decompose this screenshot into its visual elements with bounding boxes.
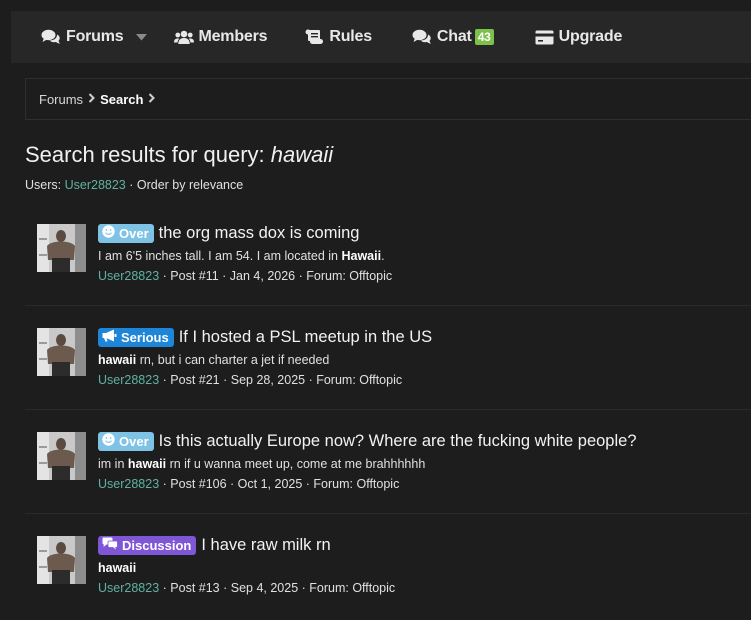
snippet-text: rn, but i can charter a jet if needed [136,353,330,367]
smile-icon [102,433,119,449]
nav-upgrade[interactable]: Upgrade [535,11,623,63]
result-title[interactable]: Is this actually Europe now? Where are t… [159,432,637,451]
chat-count-badge: 43 [474,29,494,45]
page-title-prefix: Search results for query: [25,142,265,167]
result-title-line: Serious If I hosted a PSL meetup in the … [98,326,741,348]
result-snippet: hawaii rn, but i can charter a jet if ne… [98,351,741,369]
search-query: hawaii [270,142,334,167]
nav-forums-label: Forums [66,28,124,45]
prefix-label-over[interactable]: Over [98,431,154,451]
nav-chat-label: Chat [436,28,472,45]
nav-members[interactable]: Members [174,11,268,63]
avatar[interactable] [37,536,86,584]
prefix-label-text: Serious [121,329,169,345]
nav-chat[interactable]: Chat 43 [412,11,494,63]
result-meta: User28823 · Post #13 · Sep 4, 2025 · For… [98,581,741,595]
snippet-text: . [381,249,385,263]
result-meta: User28823 · Post #21 · Sep 28, 2025 · Fo… [98,373,741,387]
snippet-text: im in [98,457,128,471]
result-meta-text: · Post #106 · Oct 1, 2025 · Forum: Offto… [162,477,400,491]
order-text: · Order by relevance [129,178,244,192]
result-meta-text: · Post #13 · Sep 4, 2025 · Forum: Offtop… [162,581,396,595]
result-title-line: Discussion I have raw milk rn [98,534,741,556]
result-title[interactable]: If I hosted a PSL meetup in the US [179,328,432,347]
result-meta: User28823 · Post #106 · Oct 1, 2025 · Fo… [98,477,741,491]
nav-rules-label: Rules [329,28,372,45]
top-nav: Forums Members Rules Chat 43 Upgrade [11,11,751,63]
result-title[interactable]: the org mass dox is coming [159,224,360,243]
avatar[interactable] [37,328,86,376]
scroll-icon [305,29,324,45]
megaphone-icon [102,329,121,345]
breadcrumb-search[interactable]: Search [100,92,143,107]
prefix-label-text: Over [119,225,149,241]
search-result: Over the org mass dox is coming I am 6'5… [25,202,751,306]
breadcrumb-forums[interactable]: Forums [39,92,83,107]
smile-icon [102,225,119,241]
search-result: Discussion I have raw milk rn hawaii Use… [25,514,751,618]
snippet-text: rn if u wanna meet up, come at me brahhh… [166,457,426,471]
nav-members-label: Members [198,28,268,45]
nav-forums-dropdown[interactable] [136,11,148,63]
search-result: Over Is this actually Europe now? Where … [25,410,751,514]
page: Forums Members Rules Chat 43 Upgrade For… [0,0,751,620]
search-result: Serious If I hosted a PSL meetup in the … [25,306,751,410]
breadcrumb: Forums Search [25,78,751,120]
result-meta: User28823 · Post #11 · Jan 4, 2026 · For… [98,269,741,283]
result-body: Over the org mass dox is coming I am 6'5… [98,222,741,283]
chevron-right-icon [148,92,156,106]
nav-forums[interactable]: Forums [41,11,124,63]
result-user-link[interactable]: User28823 [98,477,159,491]
snippet-highlight: hawaii [127,457,167,471]
comments-icon [412,29,432,45]
result-snippet: hawaii [98,559,741,577]
page-title: Search results for query: hawaii [25,142,333,168]
avatar[interactable] [37,224,86,272]
snippet-highlight: hawaii [98,561,137,575]
result-snippet: im in hawaii rn if u wanna meet up, come… [98,455,741,473]
result-body: Discussion I have raw milk rn hawaii Use… [98,534,741,595]
comments-icon [41,29,61,45]
result-body: Serious If I hosted a PSL meetup in the … [98,326,741,387]
result-meta-text: · Post #11 · Jan 4, 2026 · Forum: Offtop… [162,269,393,283]
snippet-text: I am 6'5 inches tall. I am 54. I am loca… [98,249,342,263]
users-icon [174,30,195,45]
result-user-link[interactable]: User28823 [98,269,159,283]
result-user-link[interactable]: User28823 [98,373,159,387]
snippet-highlight: hawaii [98,353,137,367]
search-results: Over the org mass dox is coming I am 6'5… [25,202,751,618]
chevron-right-icon [88,92,95,106]
result-user-link[interactable]: User28823 [98,581,159,595]
search-subtitle: Users: User28823 · Order by relevance [25,178,243,192]
user-link[interactable]: User28823 [65,178,126,192]
snippet-highlight: Hawaii [341,249,382,263]
nav-upgrade-label: Upgrade [558,28,623,45]
comments-icon [102,537,122,553]
prefix-label-serious[interactable]: Serious [98,327,174,347]
result-title-line: Over Is this actually Europe now? Where … [98,430,741,452]
caret-down-icon [136,33,148,41]
prefix-label-text: Discussion [122,537,192,553]
users-label: Users: [25,178,62,192]
result-meta-text: · Post #21 · Sep 28, 2025 · Forum: Offto… [162,373,403,387]
result-body: Over Is this actually Europe now? Where … [98,430,741,491]
result-title[interactable]: I have raw milk rn [201,536,330,555]
result-title-line: Over the org mass dox is coming [98,222,741,244]
avatar[interactable] [37,432,86,480]
result-snippet: I am 6'5 inches tall. I am 54. I am loca… [98,247,741,265]
prefix-label-text: Over [119,433,149,449]
prefix-label-discussion[interactable]: Discussion [98,535,197,555]
credit-card-icon [535,30,554,45]
prefix-label-over[interactable]: Over [98,223,154,243]
nav-rules[interactable]: Rules [305,11,372,63]
